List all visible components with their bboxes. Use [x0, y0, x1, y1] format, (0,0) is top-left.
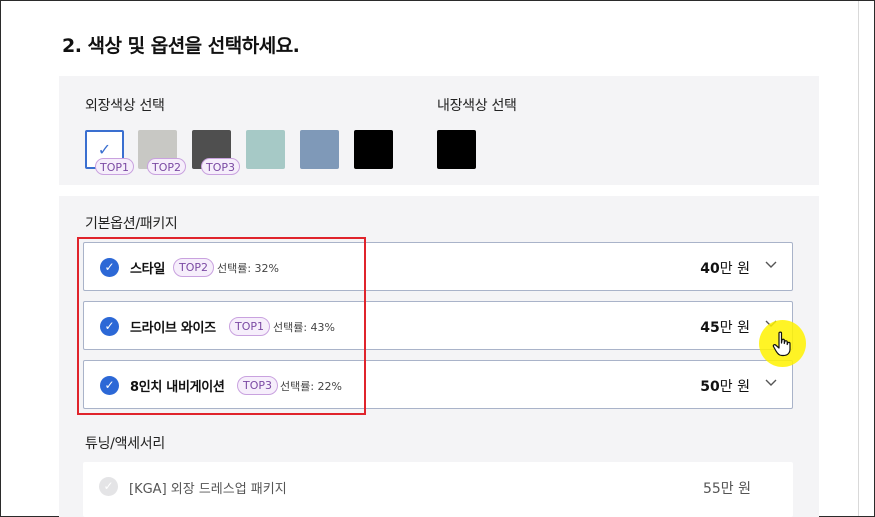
option-price-amount: 50: [700, 379, 720, 395]
option-price-amount: 40: [700, 261, 720, 277]
exterior-swatch-4[interactable]: [246, 130, 285, 169]
check-icon: ✓: [97, 140, 112, 159]
exterior-swatch-5[interactable]: [300, 130, 339, 169]
swatch-rank-badge: TOP3: [201, 158, 241, 175]
page-scrollbar[interactable]: [858, 1, 859, 516]
exterior-swatch-6[interactable]: [354, 130, 393, 169]
exterior-color-label: 외장색상 선택: [85, 98, 165, 114]
tuning-row-dressup-package[interactable]: ✓ [KGA] 외장 드레스업 패키지 55만 원: [83, 462, 793, 517]
interior-swatch-1[interactable]: [437, 130, 476, 169]
interior-color-label: 내장색상 선택: [437, 98, 517, 114]
tuning-option-name: [KGA] 외장 드레스업 패키지: [129, 482, 287, 497]
option-price: 45만 원: [700, 317, 750, 337]
chevron-down-icon[interactable]: [763, 256, 779, 272]
option-price: 40만 원: [700, 258, 750, 278]
tuning-label: 튜닝/액세서리: [85, 436, 165, 452]
swatch-rank-badge: TOP1: [95, 158, 135, 175]
check-circle-icon[interactable]: ✓: [99, 477, 118, 496]
option-price-unit: 만 원: [719, 261, 750, 277]
option-price-unit: 만 원: [719, 320, 750, 336]
option-price-amount: 45: [700, 320, 720, 336]
option-price-unit: 만 원: [719, 379, 750, 395]
section-title: 2. 색상 및 옵션을 선택하세요.: [62, 35, 300, 57]
chevron-down-icon[interactable]: [763, 374, 779, 390]
highlight-box: [77, 237, 366, 415]
basic-options-label: 기본옵션/패키지: [85, 216, 178, 232]
tuning-option-price: 55만 원: [702, 481, 751, 497]
hand-cursor-icon: [772, 331, 791, 357]
swatch-rank-badge: TOP2: [147, 158, 187, 175]
option-price: 50만 원: [700, 376, 750, 396]
